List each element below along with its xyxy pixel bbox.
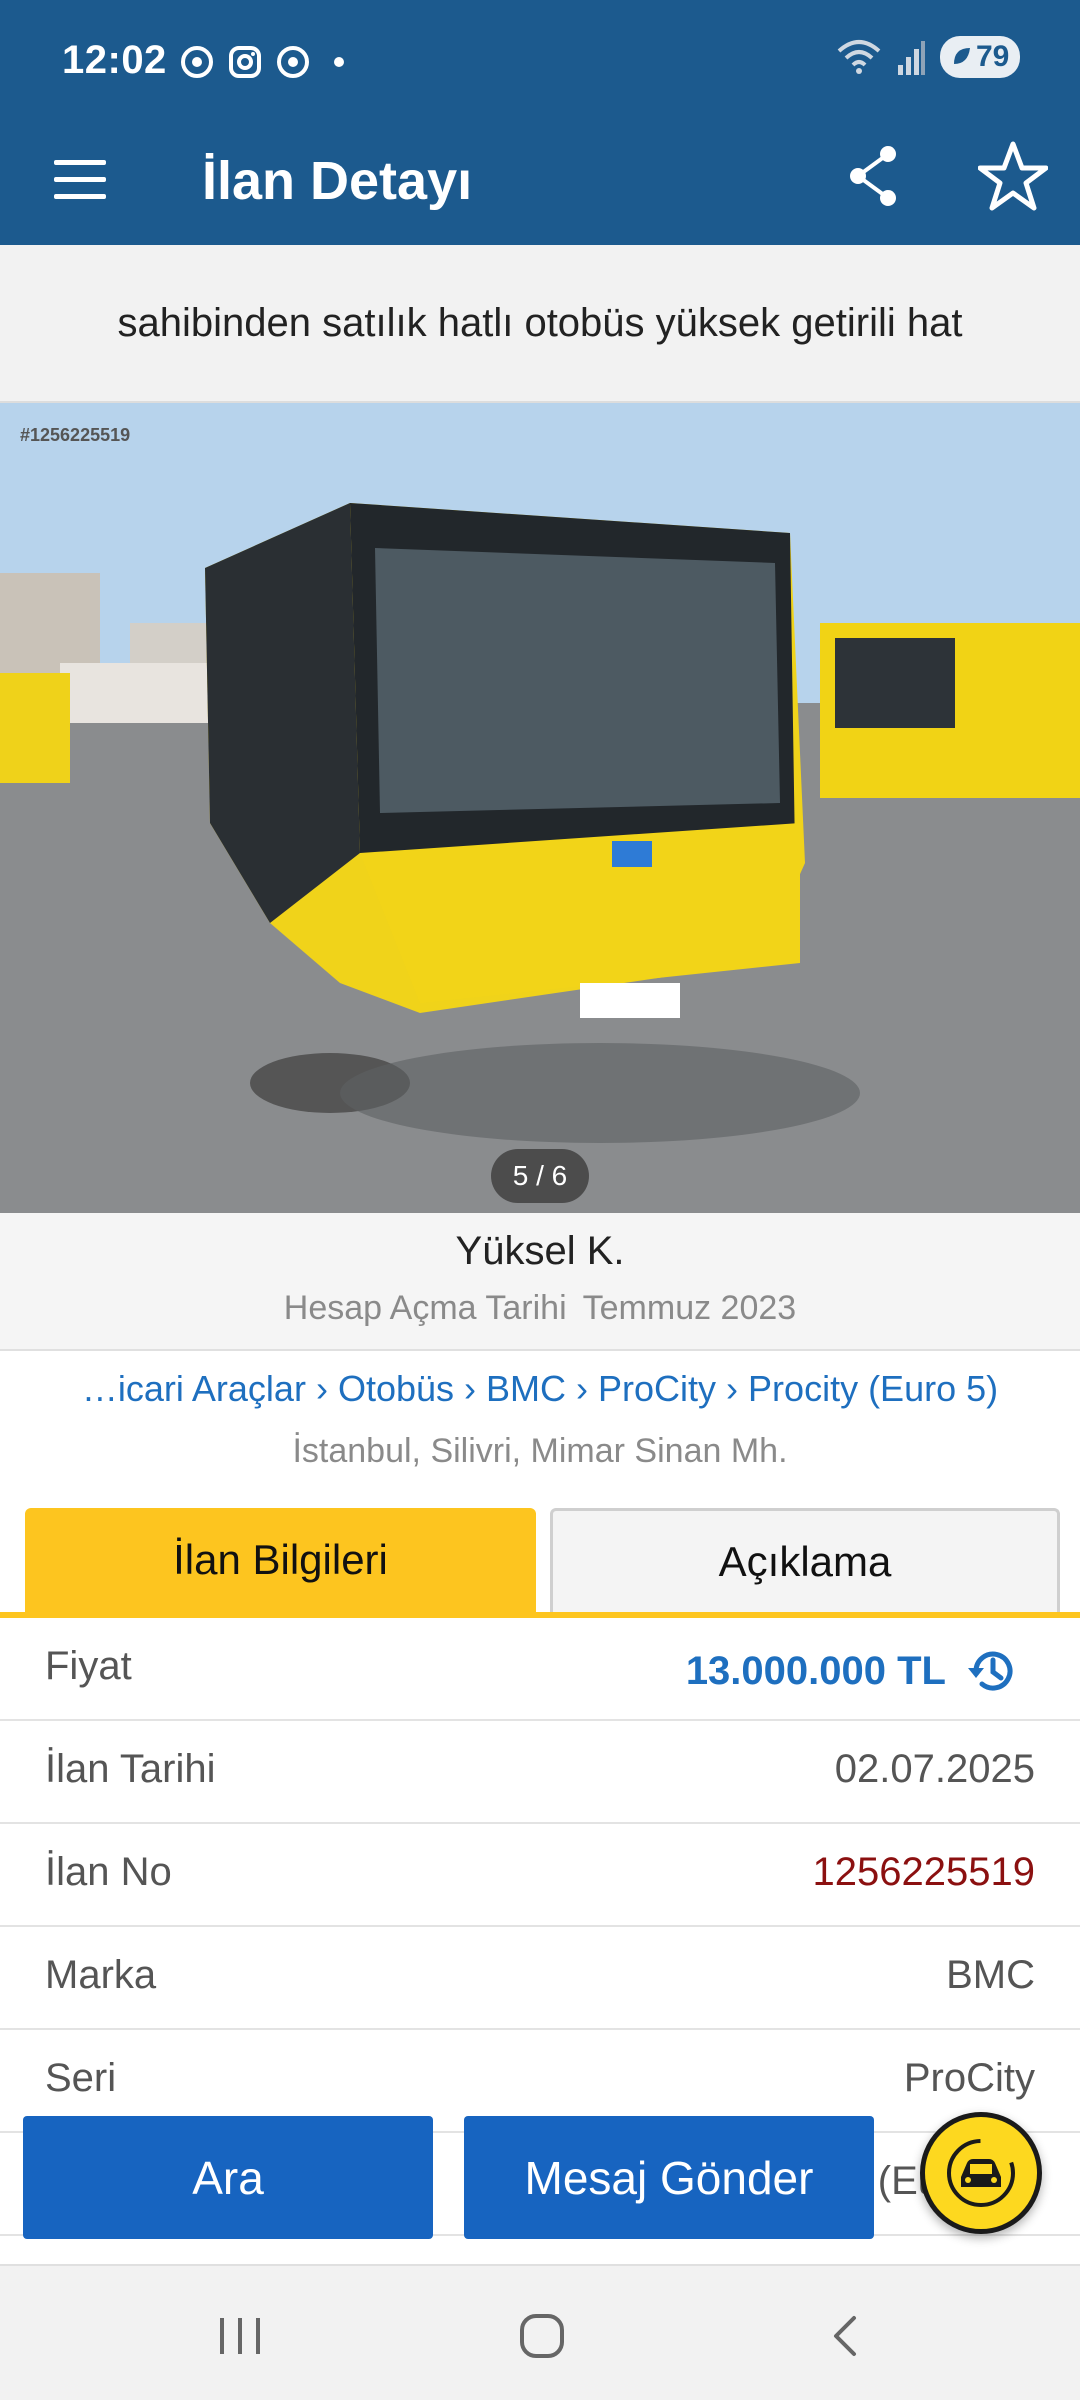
- detail-row-brand: Marka BMC: [0, 1927, 1080, 2030]
- price-value[interactable]: 13.000.000 TL: [686, 1644, 1020, 1698]
- breadcrumb-item[interactable]: …icari Araçlar: [82, 1368, 306, 1409]
- chevron-right-icon: ›: [315, 1368, 328, 1409]
- signal-icon: [898, 41, 925, 75]
- detail-label: İlan No: [45, 1850, 172, 1894]
- breadcrumb-item[interactable]: Otobüs: [338, 1368, 454, 1409]
- chevron-right-icon: ›: [726, 1368, 739, 1409]
- detail-row-price: Fiyat 13.000.000 TL: [0, 1618, 1080, 1721]
- tab-ad-info[interactable]: İlan Bilgileri: [25, 1508, 536, 1612]
- menu-icon[interactable]: [50, 150, 110, 210]
- account-created: Hesap Açma Tarihi Temmuz 2023: [0, 1289, 1080, 1328]
- ad-title: sahibinden satılık hatlı otobüs yüksek g…: [0, 245, 1080, 403]
- photo-counter: 5 / 6: [491, 1149, 589, 1203]
- system-navigation-bar: [0, 2264, 1080, 2400]
- detail-row-date: İlan Tarihi 02.07.2025: [0, 1721, 1080, 1824]
- home-icon[interactable]: [512, 2306, 572, 2366]
- detail-label: Seri: [45, 2056, 117, 2100]
- status-bar: 12:02 79: [0, 0, 1080, 120]
- chrome-icon: [181, 46, 213, 78]
- battery-level: 79: [976, 40, 1010, 73]
- breadcrumb-item[interactable]: Procity (Euro 5): [748, 1368, 998, 1409]
- breadcrumb-item[interactable]: BMC: [486, 1368, 566, 1409]
- recent-apps-icon[interactable]: [210, 2306, 270, 2366]
- notification-icons: [180, 40, 344, 84]
- location: İstanbul, Silivri, Mimar Sinan Mh.: [292, 1432, 788, 1470]
- battery-icon: 79: [940, 36, 1020, 78]
- car-assistant-fab[interactable]: [920, 2112, 1042, 2234]
- system-status: 79: [836, 36, 1020, 78]
- status-time: 12:02: [62, 38, 167, 82]
- breadcrumb-item[interactable]: ProCity: [598, 1368, 716, 1409]
- chrome-icon: [277, 46, 309, 78]
- breadcrumb: …icari Araçlar › Otobüs › BMC › ProCity › Procit…: [0, 1368, 1080, 1410]
- share-icon[interactable]: [846, 140, 902, 210]
- detail-label: İlan Tarihi: [45, 1747, 216, 1791]
- detail-row-ad-no: İlan No 1256225519: [0, 1824, 1080, 1927]
- seller-name: Yüksel K.: [455, 1229, 625, 1273]
- detail-label: Fiyat: [45, 1644, 132, 1688]
- notification-dot: [334, 57, 344, 67]
- detail-value: 02.07.2025: [834, 1747, 1035, 1791]
- instagram-icon: [229, 46, 261, 78]
- car-icon: [947, 2139, 1015, 2207]
- price-history-icon[interactable]: [966, 1644, 1020, 1698]
- seller-info[interactable]: Yüksel K. Hesap Açma Tarihi Temmuz 2023: [0, 1213, 1080, 1351]
- page-title: İlan Detayı: [202, 151, 473, 211]
- detail-value: 1256225519: [812, 1850, 1035, 1894]
- favorite-star-icon[interactable]: [978, 136, 1048, 216]
- detail-label: Marka: [45, 1953, 157, 1997]
- detail-value: ProCity: [903, 2056, 1035, 2100]
- price-text: 13.000.000 TL: [685, 1648, 946, 1693]
- chevron-right-icon: ›: [464, 1368, 477, 1409]
- send-message-button[interactable]: Mesaj Gönder: [464, 2116, 874, 2239]
- tab-description[interactable]: Açıklama: [550, 1508, 1060, 1612]
- wifi-icon: [837, 40, 881, 74]
- app-header: 12:02 79 İlan Detayı: [0, 0, 1080, 245]
- back-icon[interactable]: [816, 2306, 876, 2366]
- bus-photo-illustration: [0, 403, 1080, 1213]
- chevron-right-icon: ›: [576, 1368, 589, 1409]
- account-created-label: Hesap Açma Tarihi: [283, 1289, 567, 1327]
- toolbar: İlan Detayı: [0, 120, 1080, 245]
- account-created-date: Temmuz 2023: [582, 1289, 797, 1327]
- detail-value: BMC: [946, 1953, 1035, 1997]
- tab-bar: İlan Bilgileri Açıklama: [0, 1508, 1080, 1618]
- photo-id: #1256225519: [20, 425, 131, 445]
- listing-photo[interactable]: #1256225519 5 / 6: [0, 403, 1080, 1213]
- call-button[interactable]: Ara: [23, 2116, 433, 2239]
